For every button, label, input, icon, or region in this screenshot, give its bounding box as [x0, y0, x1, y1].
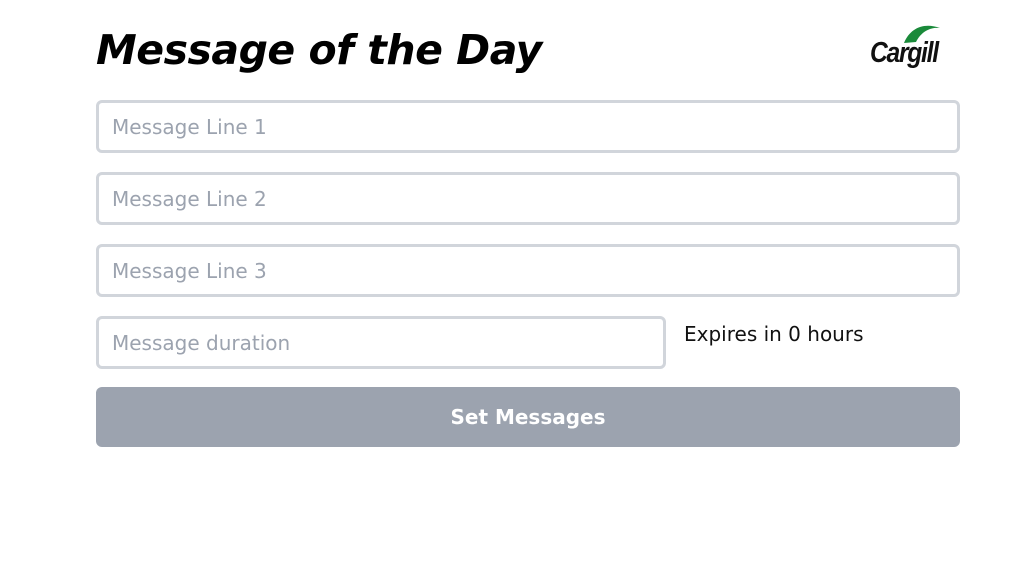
header: Message of the Day Cargill	[96, 0, 960, 100]
message-line-2-input[interactable]	[96, 172, 960, 225]
motd-panel: Message of the Day Cargill Expires in 0 …	[96, 0, 960, 447]
message-duration-input[interactable]	[96, 316, 666, 369]
set-messages-button[interactable]: Set Messages	[96, 387, 960, 447]
page-title: Message of the Day	[96, 26, 542, 74]
message-line-3-input[interactable]	[96, 244, 960, 297]
cargill-logo: Cargill	[870, 22, 958, 72]
message-line-1-input[interactable]	[96, 100, 960, 153]
expires-label: Expires in 0 hours	[684, 322, 864, 346]
logo-text: Cargill	[870, 37, 939, 69]
